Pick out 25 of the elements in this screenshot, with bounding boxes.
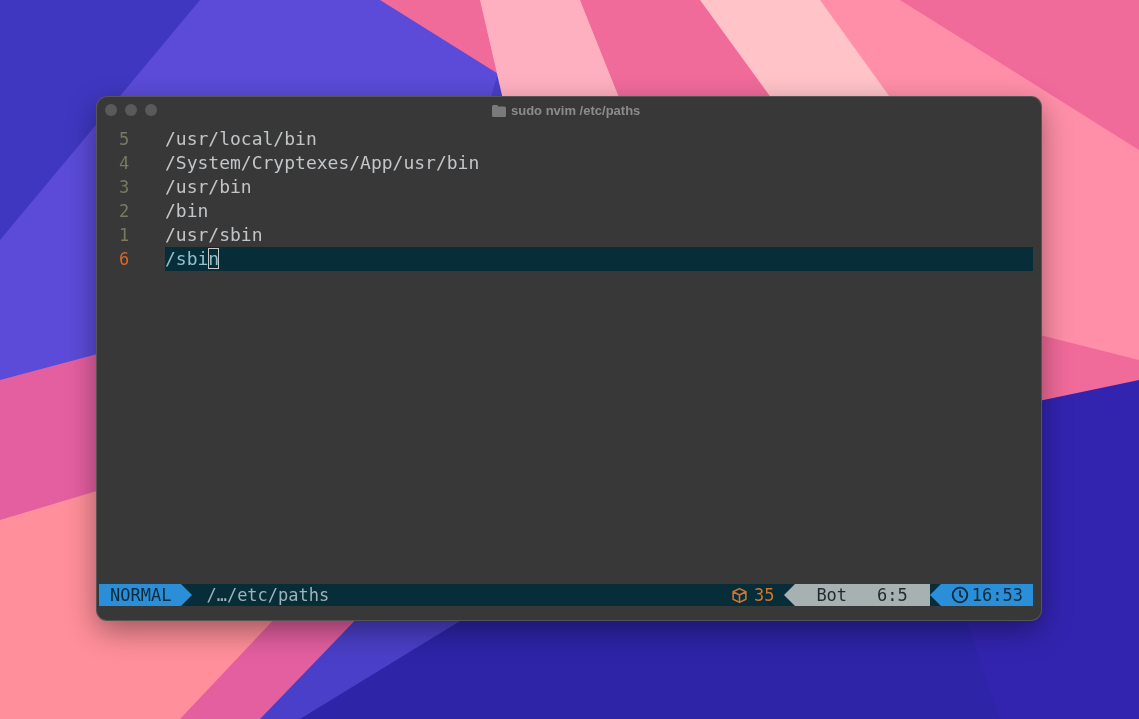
line-number: 2	[118, 201, 131, 221]
file-path: /…/etc/paths	[205, 585, 330, 605]
code-line: /usr/sbin	[165, 223, 264, 247]
code-line: /System/Cryptexes/App/usr/bin	[165, 151, 481, 175]
close-button[interactable]	[105, 104, 117, 116]
cube-icon	[730, 586, 748, 604]
minimize-button[interactable]	[125, 104, 137, 116]
line-number: 1	[118, 225, 131, 245]
window-title: sudo nvim /etc/paths	[511, 103, 641, 118]
clock-time: 16:53	[971, 584, 1023, 606]
code-line: /usr/bin	[165, 175, 253, 199]
line-number: 3	[118, 177, 131, 197]
mode-indicator: NORMAL	[99, 584, 182, 606]
line-number: 4	[118, 153, 131, 173]
code-line: /bin	[165, 199, 210, 223]
cursor-position: 6:5	[877, 584, 908, 606]
clock-icon	[950, 586, 969, 604]
code-line: /usr/local/bin	[165, 127, 318, 151]
package-count: 35	[753, 585, 775, 605]
mode-separator-arrow	[181, 584, 193, 606]
zoom-button[interactable]	[145, 104, 157, 116]
scroll-position: Bot	[816, 584, 848, 606]
line-number: 6	[118, 249, 131, 269]
folder-icon	[492, 104, 506, 117]
line-number: 5	[118, 129, 131, 149]
